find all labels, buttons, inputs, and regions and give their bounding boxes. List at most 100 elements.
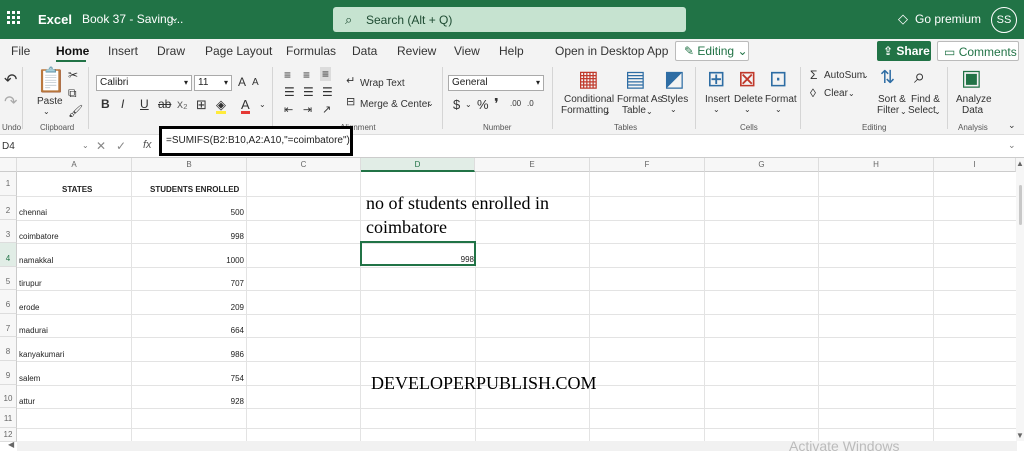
scroll-up-icon[interactable]: ▲ (1016, 160, 1024, 168)
name-box[interactable]: D4 (2, 141, 15, 152)
paste-icon[interactable]: 📋 (36, 69, 66, 93)
comma-style-icon[interactable]: ❜ (494, 97, 499, 112)
orientation-icon[interactable]: ↗ (322, 105, 331, 116)
chevron-down-icon[interactable]: ⌄ (900, 107, 907, 116)
align-top-icon[interactable]: ≡ (284, 69, 291, 81)
cell-a9[interactable]: salem (19, 374, 40, 383)
redo-icon[interactable]: ↷ (4, 95, 17, 111)
copy-icon[interactable]: ⧉ (68, 87, 77, 99)
row-header-7[interactable]: 7 (0, 314, 17, 337)
chevron-down-icon[interactable]: ⌄ (713, 105, 720, 114)
format-cells-button[interactable]: Format (765, 94, 797, 105)
row-header-9[interactable]: 9 (0, 361, 17, 385)
row-header-8[interactable]: 8 (0, 337, 17, 361)
conditional-formatting-label-2[interactable]: Formatting (561, 105, 609, 116)
avatar[interactable]: SS (991, 7, 1017, 33)
merge-center-button[interactable]: Merge & Center (360, 99, 431, 110)
row-header-4[interactable]: 4 (0, 243, 17, 267)
chevron-down-icon[interactable]: ⌄ (775, 105, 782, 114)
scroll-left-icon[interactable]: ◀ (8, 441, 14, 449)
increase-decimal-icon[interactable]: .00 (510, 100, 521, 108)
tab-home[interactable]: Home (56, 44, 89, 58)
borders-icon[interactable]: ⊞ (196, 98, 207, 111)
font-size-select[interactable]: 11 ▾ (194, 75, 232, 91)
cell-a4[interactable]: namakkal (19, 256, 53, 265)
tab-draw[interactable]: Draw (157, 44, 185, 58)
cell-b7[interactable]: 664 (200, 326, 244, 335)
cell-b4[interactable]: 1000 (200, 256, 244, 265)
cancel-confirm-icons[interactable]: ✕✓ (96, 139, 136, 153)
chevron-down-icon[interactable]: ⌄ (744, 105, 751, 114)
undo-icon[interactable]: ↶ (4, 73, 17, 89)
format-as-table-button[interactable]: Format As (617, 94, 663, 105)
autosum-button[interactable]: AutoSum (824, 70, 865, 81)
app-launcher-icon[interactable] (7, 11, 21, 25)
strikethrough-icon[interactable]: ab (158, 98, 171, 110)
cell-a5[interactable]: tirupur (19, 279, 42, 288)
chevron-down-icon[interactable]: ⌄ (934, 107, 941, 116)
font-color-icon[interactable]: A (241, 98, 250, 114)
tab-review[interactable]: Review (397, 44, 436, 58)
document-name[interactable]: Book 37 - Saving... (82, 12, 183, 26)
analyze-data-label-2[interactable]: Data (962, 105, 983, 116)
chevron-down-icon[interactable]: ⌄ (170, 11, 179, 24)
select-all-corner[interactable] (0, 158, 17, 172)
styles-button[interactable]: Styles (661, 94, 688, 105)
align-right-icon[interactable]: ☰ (322, 86, 333, 98)
more-font-options-icon[interactable]: ⌄ (259, 101, 266, 109)
tab-file[interactable]: File (11, 44, 30, 58)
cell-a2[interactable]: chennai (19, 208, 47, 217)
chevron-down-icon[interactable]: ⌄ (1008, 121, 1016, 130)
chevron-down-icon[interactable]: ⌄ (43, 107, 50, 116)
app-name[interactable]: Excel (38, 12, 72, 27)
tab-help[interactable]: Help (499, 44, 524, 58)
fill-color-icon[interactable]: ◈ (216, 98, 226, 114)
currency-icon[interactable]: $ (453, 98, 460, 111)
cell-a7[interactable]: madurai (19, 326, 48, 335)
bold-button[interactable]: B (101, 98, 110, 110)
chevron-down-icon[interactable]: ⌄ (646, 107, 653, 116)
number-format-select[interactable]: General ▾ (448, 75, 544, 91)
decrease-font-icon[interactable]: A (252, 78, 259, 88)
tab-insert[interactable]: Insert (108, 44, 138, 58)
format-as-table-label-2[interactable]: Table (622, 105, 646, 116)
find-select-label-2[interactable]: Select (908, 105, 936, 116)
increase-font-icon[interactable]: A (238, 76, 246, 88)
tab-view[interactable]: View (454, 44, 480, 58)
sort-filter-label-2[interactable]: Filter (877, 105, 899, 116)
row-header-6[interactable]: 6 (0, 290, 17, 314)
chevron-down-icon[interactable]: ⌄ (670, 105, 677, 114)
cut-icon[interactable]: ✂ (68, 69, 78, 81)
align-center-icon[interactable]: ☰ (303, 86, 314, 98)
cell-b10[interactable]: 928 (200, 397, 244, 406)
chevron-down-icon[interactable]: ⌄ (82, 142, 89, 150)
column-header-d[interactable]: D (361, 158, 475, 172)
editing-mode-button[interactable]: ✎ Editing ⌄ (675, 41, 749, 61)
cell-a8[interactable]: kanyakumari (19, 350, 64, 359)
vertical-scrollbar-thumb[interactable] (1019, 185, 1022, 225)
analyze-data-button[interactable]: Analyze (956, 94, 992, 105)
comments-button[interactable]: ▭ Comments (937, 41, 1019, 61)
go-premium-link[interactable]: Go premium (915, 12, 981, 26)
column-header-b[interactable]: B (132, 158, 247, 172)
cell-a1[interactable]: STATES (62, 185, 92, 194)
cell-b9[interactable]: 754 (200, 374, 244, 383)
clear-button[interactable]: Clear (824, 88, 848, 99)
row-header-10[interactable]: 10 (0, 385, 17, 408)
decrease-indent-icon[interactable]: ⇤ (284, 105, 293, 116)
share-button[interactable]: ⇪ Share (877, 41, 931, 61)
cell-a6[interactable]: erode (19, 303, 39, 312)
subscript-icon[interactable]: x₂ (177, 98, 188, 110)
search-box[interactable]: ⌕ Search (Alt + Q) (333, 7, 686, 32)
wrap-text-button[interactable]: Wrap Text (360, 78, 405, 89)
chevron-down-icon[interactable]: ⌄ (604, 107, 611, 116)
font-name-select[interactable]: Calibri ▾ (96, 75, 192, 91)
paste-button[interactable]: Paste (37, 96, 63, 107)
column-header-a[interactable]: A (17, 158, 132, 172)
column-header-e[interactable]: E (475, 158, 590, 172)
conditional-formatting-button[interactable]: Conditional (564, 94, 614, 105)
cell-a10[interactable]: attur (19, 397, 35, 406)
cell-a3[interactable]: coimbatore (19, 232, 59, 241)
italic-button[interactable]: I (121, 98, 124, 110)
open-desktop-app[interactable]: Open in Desktop App (555, 44, 668, 58)
